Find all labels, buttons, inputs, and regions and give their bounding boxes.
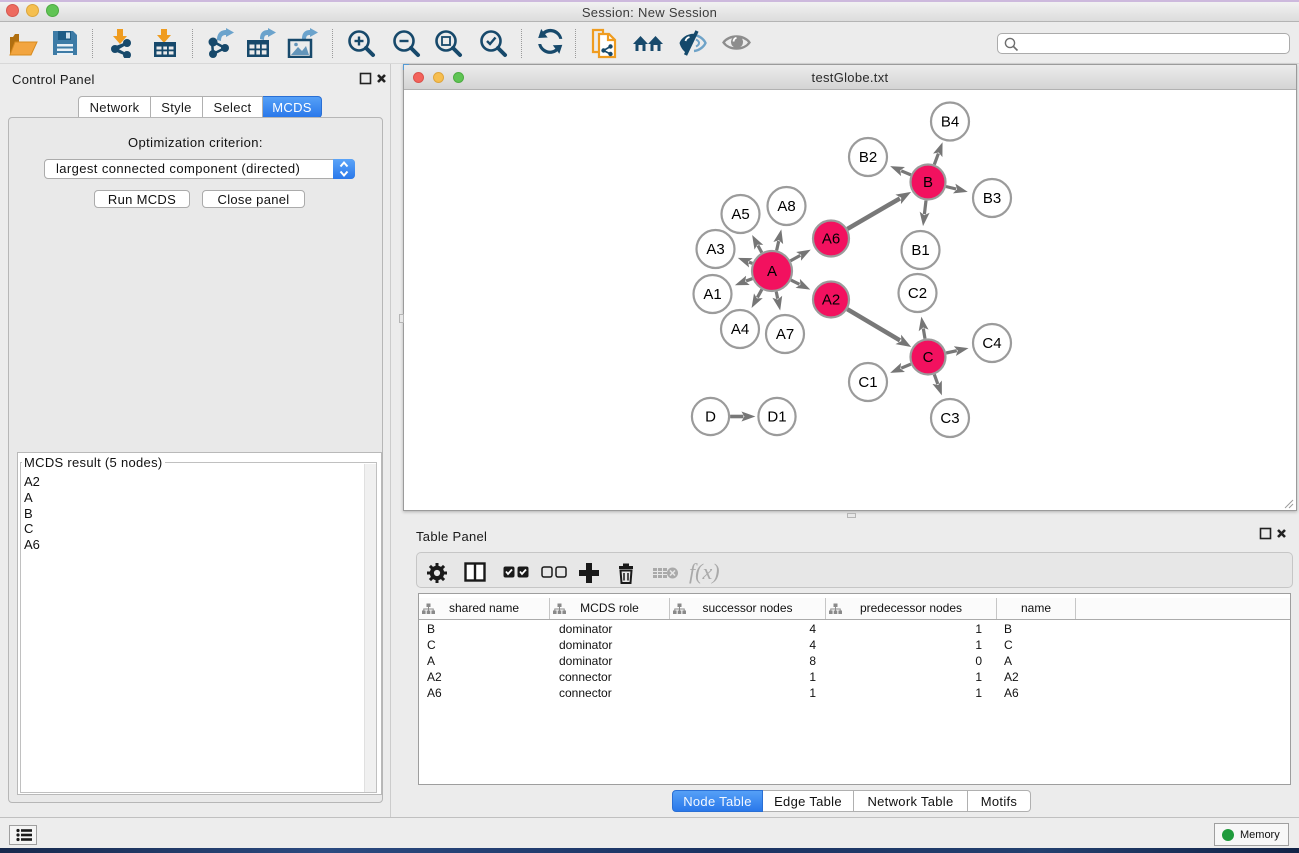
svg-text:C2: C2 xyxy=(908,285,927,302)
svg-text:C4: C4 xyxy=(982,335,1001,352)
svg-text:C: C xyxy=(923,349,934,366)
svg-text:C1: C1 xyxy=(858,374,877,391)
svg-text:A4: A4 xyxy=(731,321,749,338)
svg-text:B2: B2 xyxy=(859,149,877,166)
svg-text:A7: A7 xyxy=(776,326,794,343)
svg-text:B3: B3 xyxy=(983,190,1001,207)
svg-text:A6: A6 xyxy=(822,231,840,248)
svg-text:D: D xyxy=(705,409,716,426)
svg-text:A1: A1 xyxy=(703,286,721,303)
svg-text:C3: C3 xyxy=(940,410,959,427)
svg-text:B4: B4 xyxy=(941,114,959,131)
svg-text:B: B xyxy=(923,174,933,191)
svg-text:A8: A8 xyxy=(777,198,795,215)
svg-text:A3: A3 xyxy=(706,241,724,258)
svg-text:A5: A5 xyxy=(731,206,749,223)
svg-text:D1: D1 xyxy=(767,409,786,426)
svg-text:B1: B1 xyxy=(911,242,929,259)
svg-text:A2: A2 xyxy=(822,292,840,309)
svg-text:A: A xyxy=(767,263,777,280)
